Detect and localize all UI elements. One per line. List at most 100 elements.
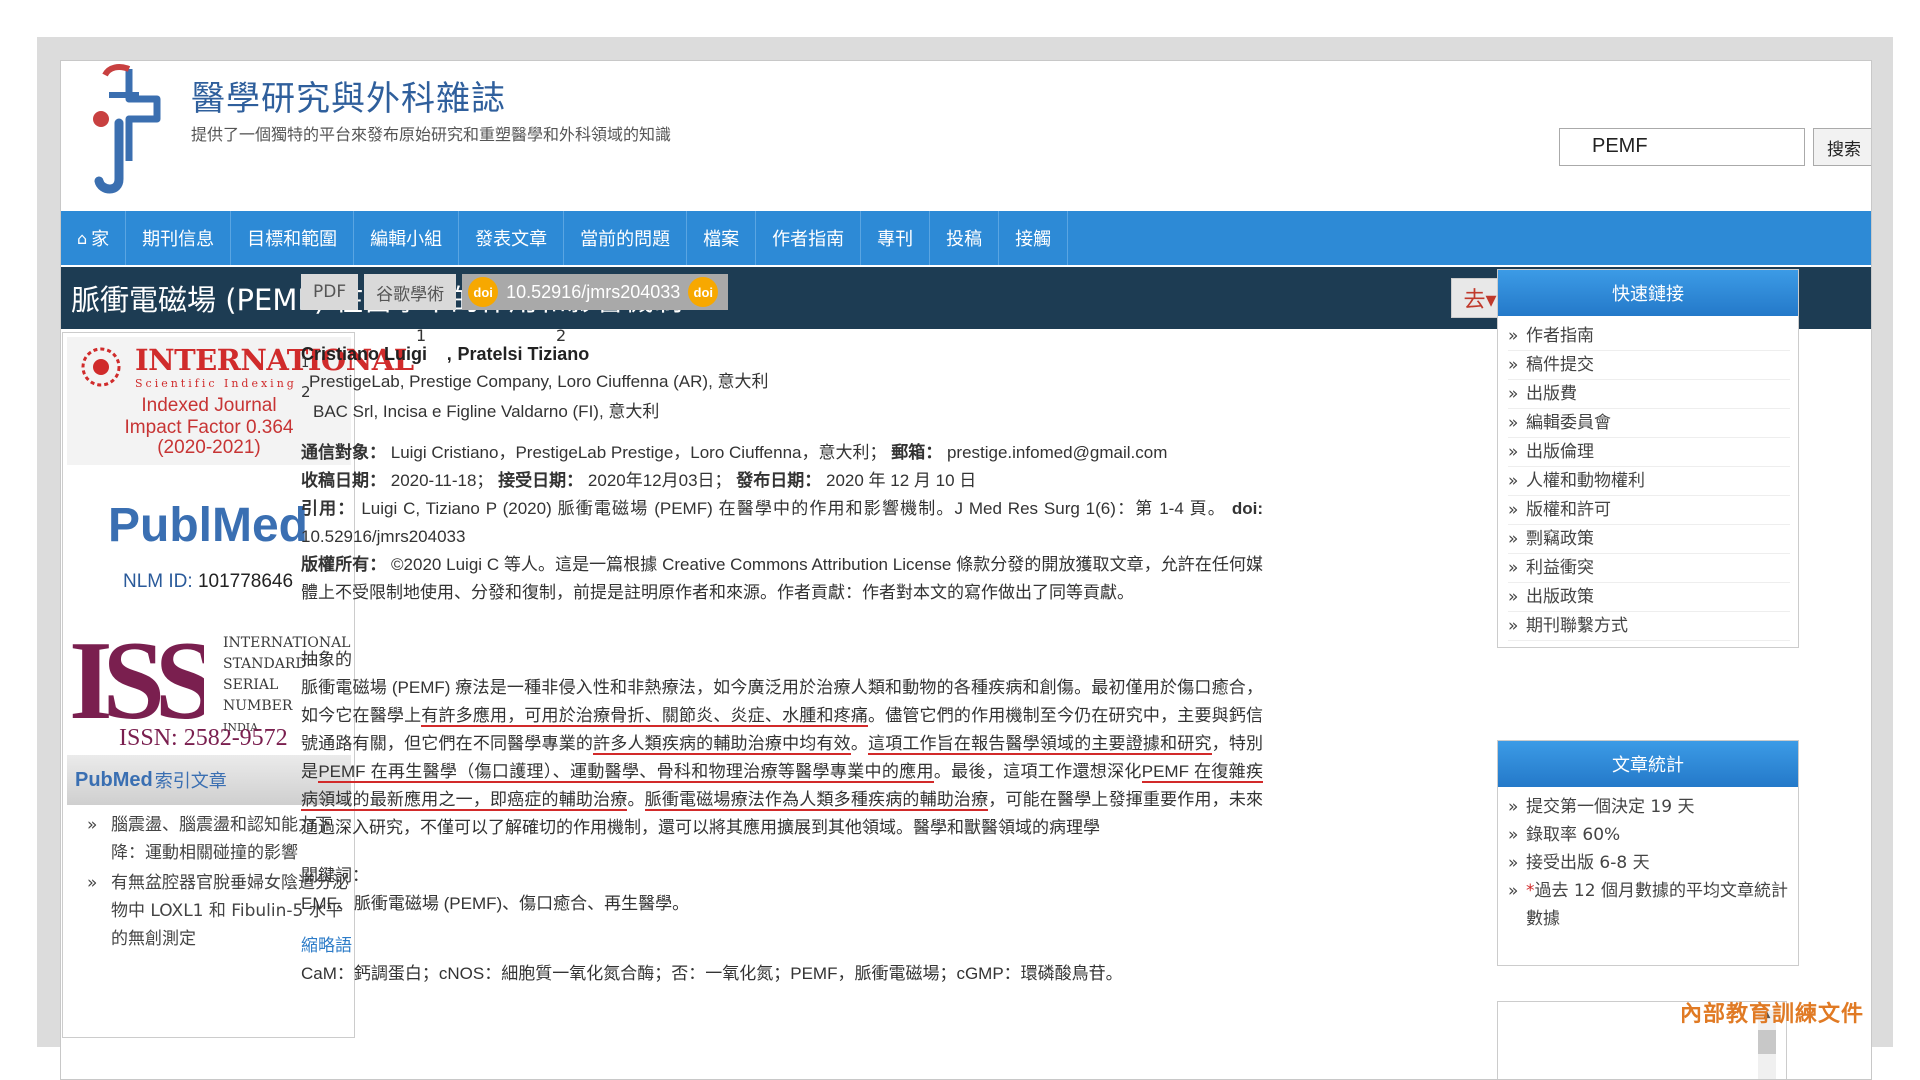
home-icon: ⌂ [77, 228, 88, 248]
nav-aims-scope[interactable]: 目標和範圍 [231, 211, 355, 265]
aff2-num: 2 [301, 383, 311, 401]
author-block: 1 2 Cristiano Luigi , Pratelsi Tiziano 1… [301, 323, 1461, 423]
abstract-text: 。 [850, 734, 869, 753]
highlighted-text: 這項工作旨在報告醫學領域的主要證據和研究 [868, 734, 1212, 755]
copyright-label: 版權所有： [301, 555, 387, 574]
email-label: 郵箱： [891, 443, 943, 462]
received-date: 2020-11-18； [390, 471, 494, 490]
indexed-articles-label: 索引文章 [154, 771, 227, 792]
quick-link[interactable]: 利益衝突 [1508, 554, 1790, 583]
abstract-text: 。最後，這項工作還想深化 [933, 762, 1142, 781]
dates-line: 收稿日期： 2020-11-18； 接受日期： 2020年12月03日； 發布日… [301, 467, 1263, 495]
abstract-body: 脈衝電磁場 (PEMF) 療法是一種非侵入性和非熱療法，如今廣泛用於治療人類和動… [301, 674, 1263, 842]
quick-links-heading: 快速鏈接 [1498, 270, 1798, 316]
nlm-value: 101778646 [197, 571, 294, 592]
affiliation-2: BAC Srl, Incisa e Figline Valdarno (FI),… [313, 402, 660, 421]
abbreviations-text: CaM：鈣調蛋白；cNOS：細胞質一氧化氮合酶；否：一氧化氮；PEMF，脈衝電磁… [301, 964, 1123, 983]
quick-link[interactable]: 編輯委員會 [1508, 409, 1790, 438]
author1-name[interactable]: Cristiano Luigi [301, 344, 427, 364]
nav-archive[interactable]: 檔案 [687, 211, 757, 265]
pubmed-logo[interactable]: PublMed [108, 498, 308, 553]
keywords-text: EMF、脈衝電磁場 (PEMF)、傷口癒合、再生醫學。 [301, 894, 690, 913]
quick-link[interactable]: 出版政策 [1508, 583, 1790, 612]
nav-editorial-board[interactable]: 編輯小組 [354, 211, 460, 265]
stat-item: 提交第一個決定 19 天 [1508, 793, 1790, 821]
quick-link[interactable]: 剽竊政策 [1508, 525, 1790, 554]
email-link[interactable]: prestige.infomed@gmail.com [947, 443, 1167, 462]
copyright-line: 版權所有： ©2020 Luigi C 等人。這是一篇根據 Creative C… [301, 551, 1263, 607]
quick-link[interactable]: 作者指南 [1508, 322, 1790, 351]
nav-home-label: 家 [91, 229, 110, 250]
issn-logo-icon[interactable]: ISSN [69, 623, 204, 733]
article-stats-list: 提交第一個決定 19 天 錄取率 60% 接受出版 6-8 天 *過去 12 個… [1498, 787, 1798, 939]
doi-button-label: 10.52916/jmrs204033 [506, 281, 681, 302]
google-scholar-button[interactable]: 谷歌學術 [364, 274, 457, 310]
doi-button[interactable]: doi 10.52916/jmrs204033 doi [462, 274, 729, 310]
nav-special-issues[interactable]: 專刊 [861, 211, 931, 265]
quick-link[interactable]: 稿件提交 [1508, 351, 1790, 380]
pubmed-med: Med [212, 499, 308, 552]
published-label: 發布日期： [736, 471, 822, 490]
pdf-button[interactable]: PDF [301, 274, 359, 310]
globe-icon [81, 347, 121, 387]
intl-sub: Scientific Indexing [135, 377, 297, 390]
article-stats-heading: 文章統計 [1498, 741, 1798, 787]
doi-value[interactable]: 10.52916/jmrs204033 [301, 527, 465, 546]
stat-star: * [1526, 881, 1535, 901]
published-date: 2020 年 12 月 10 日 [826, 471, 977, 490]
site-subtitle: 提供了一個獨特的平台來發布原始研究和重塑醫學和外科領域的知識 [191, 125, 672, 144]
abstract-heading: 抽象的 [301, 650, 352, 669]
accepted-label: 接受日期： [498, 471, 584, 490]
correspondence-label: 通信對象： [301, 443, 386, 462]
highlighted-text: PEMF 在再生醫學（傷口護理）、運動醫學、骨科和物理治療等醫學專業中的應用 [318, 762, 934, 783]
citation-line: 引用： Luigi C, Tiziano P (2020) 脈衝電磁場 (PEM… [301, 495, 1263, 551]
article-metadata: 通信對象： Luigi Cristiano，PrestigeLab Presti… [301, 439, 1263, 607]
stat-item: 接受出版 6-8 天 [1508, 849, 1790, 877]
issn-letters: ISSN [69, 623, 204, 733]
quick-link[interactable]: 出版費 [1508, 380, 1790, 409]
abbreviations-heading[interactable]: 縮略語 [301, 932, 1263, 960]
article-actions: PDF 谷歌學術 doi 10.52916/jmrs204033 doi [301, 274, 729, 310]
abstract-text: 。 [627, 790, 645, 809]
main-nav: ⌂ 家 期刊信息 目標和範圍 編輯小組 發表文章 當前的問題 檔案 作者指南 專… [61, 211, 1871, 265]
quick-link[interactable]: 人權和動物權利 [1508, 467, 1790, 496]
pubmed-pub: Publ [108, 499, 212, 552]
nav-author-guidelines[interactable]: 作者指南 [756, 211, 862, 265]
doi-label: doi: [1231, 499, 1263, 518]
keywords-heading: 關鍵詞： [301, 866, 369, 885]
author-names: Cristiano Luigi , Pratelsi Tiziano [301, 341, 589, 368]
search-button[interactable]: 搜索 [1813, 128, 1871, 166]
nav-submit[interactable]: 投稿 [930, 211, 1000, 265]
author-separator: , [446, 344, 452, 364]
site-title: 醫學研究與外科雜誌 [191, 79, 506, 119]
scrollbar-thumb[interactable] [1758, 1030, 1776, 1054]
nav-home[interactable]: ⌂ 家 [61, 211, 127, 265]
nav-contact[interactable]: 接觸 [999, 211, 1069, 265]
abstract-section: 抽象的 脈衝電磁場 (PEMF) 療法是一種非侵入性和非熱療法，如今廣泛用於治療… [301, 646, 1263, 988]
nav-current-issue[interactable]: 當前的問題 [564, 211, 688, 265]
quick-link[interactable]: 期刊聯繫方式 [1508, 612, 1790, 641]
nav-published-articles[interactable]: 發表文章 [459, 211, 565, 265]
author2-name[interactable]: Pratelsi Tiziano [457, 344, 589, 364]
highlighted-text: 有許多應用，可用於治療骨折、關節炎、炎症、水腫和疼痛 [421, 706, 869, 727]
received-label: 收稿日期： [301, 471, 386, 490]
nav-journal-info[interactable]: 期刊信息 [126, 211, 232, 265]
stat-item-average: *過去 12 個月數據的平均文章統計數據 [1508, 877, 1790, 933]
affiliation-1: PrestigeLab, Prestige Company, Loro Ciuf… [309, 372, 769, 391]
quick-link[interactable]: 出版倫理 [1508, 438, 1790, 467]
quick-link[interactable]: 版權和許可 [1508, 496, 1790, 525]
journal-page: 醫學研究與外科雜誌 提供了一個獨特的平台來發布原始研究和重塑醫學和外科領域的知識… [60, 60, 1872, 1080]
correspondence-text: Luigi Cristiano，PrestigeLab Prestige，Lor… [390, 443, 887, 462]
pubmed-small-logo: PubMed [75, 768, 153, 791]
stat-average-text: 過去 12 個月數據的平均文章統計數據 [1526, 881, 1788, 929]
watermark-text: 內部教育訓練文件 [1680, 1001, 1865, 1027]
nlm-label: NLM ID: [123, 571, 193, 592]
journal-logo[interactable] [79, 61, 183, 201]
article-stats-panel: 文章統計 提交第一個決定 19 天 錄取率 60% 接受出版 6-8 天 *過去… [1497, 740, 1799, 966]
doi-icon: doi [468, 277, 499, 307]
correspondence-line: 通信對象： Luigi Cristiano，PrestigeLab Presti… [301, 439, 1263, 467]
highlighted-text: 許多人類疾病的輔助治療中均有效 [593, 734, 851, 755]
search-input[interactable]: PEMF [1559, 128, 1805, 166]
stat-item: 錄取率 60% [1508, 821, 1790, 849]
citation-label: 引用： [301, 499, 356, 518]
